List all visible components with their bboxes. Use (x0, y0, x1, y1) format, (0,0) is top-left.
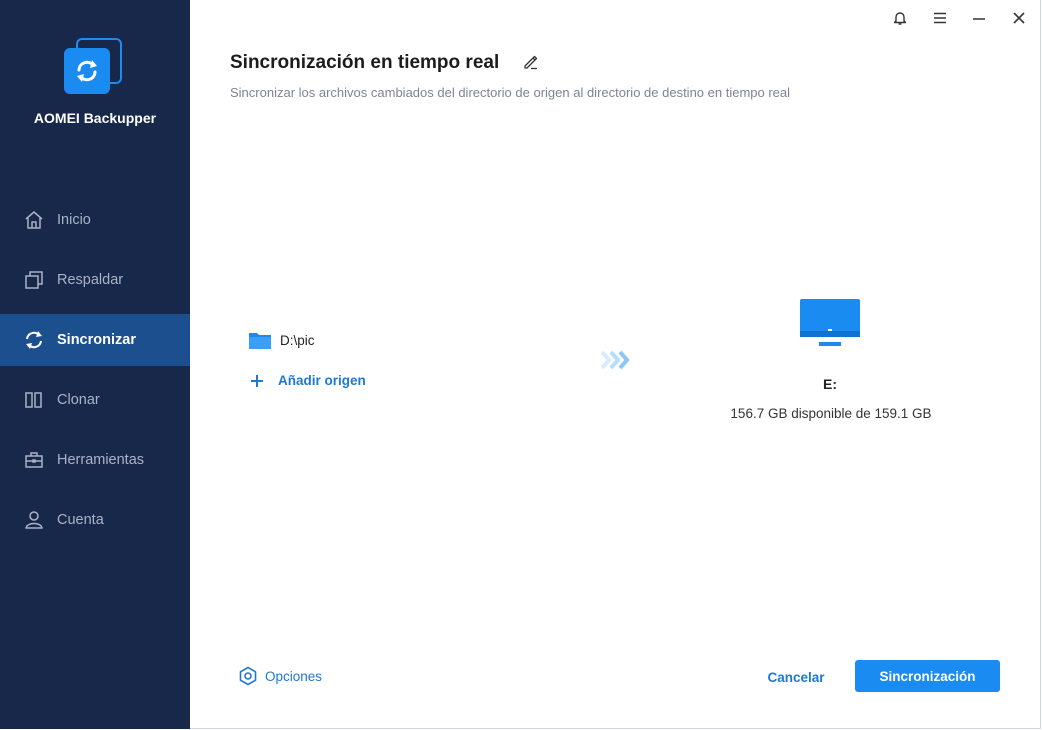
direction-arrows-icon (598, 349, 634, 371)
add-source-label: Añadir origen (278, 373, 366, 388)
sidebar-item-respaldar[interactable]: Respaldar (0, 254, 190, 306)
app-window: AOMEI Backupper Inicio Respaldar Sincron… (0, 0, 1041, 729)
close-button[interactable] (1007, 8, 1031, 32)
minimize-icon (971, 10, 987, 31)
sidebar-item-clonar[interactable]: Clonar (0, 374, 190, 426)
cancel-button[interactable]: Cancelar (756, 668, 836, 688)
backup-icon (24, 270, 44, 290)
notifications-button[interactable] (888, 8, 912, 32)
page-title: Sincronización en tiempo real (230, 52, 500, 73)
sidebar-item-label: Herramientas (57, 452, 145, 468)
sync-icon (24, 330, 44, 350)
sidebar-item-label: Clonar (57, 392, 100, 408)
home-icon (24, 210, 44, 230)
settings-hexagon-icon (238, 666, 258, 686)
bell-icon (892, 10, 908, 31)
sidebar-item-inicio[interactable]: Inicio (0, 194, 190, 246)
sidebar-item-label: Sincronizar (57, 332, 136, 348)
options-label: Opciones (265, 668, 323, 684)
close-icon (1011, 10, 1027, 31)
start-sync-button[interactable]: Sincronización (855, 660, 1000, 692)
destination-drive: E: (823, 376, 837, 392)
sync-logo-icon (64, 48, 110, 94)
user-icon (24, 510, 44, 530)
source-path: D:\pic (280, 332, 315, 348)
destination-monitor-icon[interactable] (799, 298, 861, 350)
menu-button[interactable] (928, 8, 952, 32)
page-subtitle: Sincronizar los archivos cambiados del d… (230, 85, 791, 100)
sidebar-item-label: Cuenta (57, 512, 104, 528)
sidebar-item-herramientas[interactable]: Herramientas (0, 434, 190, 486)
add-source-button[interactable]: Añadir origen (250, 373, 366, 388)
brand-name: AOMEI Backupper (33, 110, 157, 126)
menu-icon (932, 10, 948, 31)
app-logo (64, 38, 126, 100)
minimize-button[interactable] (967, 8, 991, 32)
sidebar: AOMEI Backupper Inicio Respaldar Sincron… (0, 0, 190, 729)
folder-icon (248, 330, 272, 350)
edit-title-icon[interactable] (522, 53, 540, 71)
plus-icon (250, 374, 264, 388)
clone-icon (24, 390, 44, 410)
sidebar-item-cuenta[interactable]: Cuenta (0, 494, 190, 546)
options-button[interactable]: Opciones (238, 666, 322, 686)
sidebar-item-label: Inicio (57, 212, 91, 228)
sidebar-item-label: Respaldar (57, 272, 124, 288)
toolbox-icon (24, 450, 44, 470)
sidebar-item-sincronizar[interactable]: Sincronizar (0, 314, 190, 366)
destination-space: 156.7 GB disponible de 159.1 GB (730, 406, 932, 421)
source-folder-item[interactable]: D:\pic (248, 330, 315, 350)
